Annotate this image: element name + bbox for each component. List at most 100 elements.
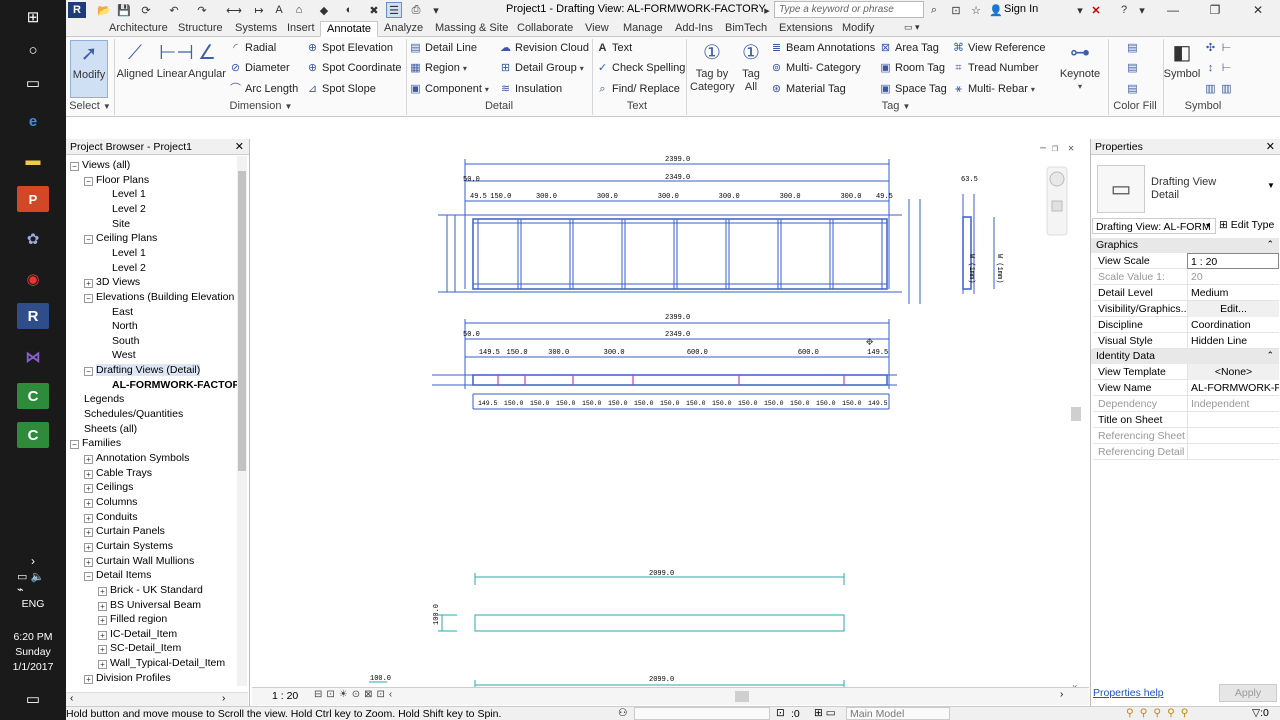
tree-item[interactable]: West xyxy=(98,348,136,363)
measure-icon[interactable]: ⟷ xyxy=(226,2,242,18)
collapse-icon[interactable]: − xyxy=(84,572,93,582)
expand-icon[interactable]: + xyxy=(84,455,93,464)
expand-icon[interactable]: + xyxy=(98,616,107,626)
tab-modify[interactable]: Modify xyxy=(836,21,880,37)
maximize-button[interactable]: ❐ xyxy=(1193,0,1237,20)
modify-button[interactable]: ➚ Modify xyxy=(70,40,108,98)
close-icon[interactable]: ✕ xyxy=(1266,140,1275,153)
expand-icon[interactable]: + xyxy=(84,528,93,538)
navigation-bar[interactable] xyxy=(1046,166,1068,236)
canvas-vscroll-thumb[interactable] xyxy=(1071,407,1081,421)
expand-icon[interactable]: + xyxy=(98,601,107,611)
tab-manage[interactable]: Manage xyxy=(617,21,669,37)
tab-extensions[interactable]: Extensions xyxy=(773,21,839,37)
color-fill-legend-button[interactable]: ▤ xyxy=(1126,40,1139,56)
tree-item[interactable]: + Curtain Wall Mullions xyxy=(84,554,194,569)
tree-item[interactable]: Site xyxy=(98,217,130,232)
fine-line-icon[interactable]: ◐ xyxy=(341,2,357,18)
revision-cloud-button[interactable]: ☁ Revision Cloud xyxy=(499,40,589,56)
minimize-button[interactable]: — xyxy=(1153,0,1193,20)
tree-item[interactable]: + Brick - UK Standard xyxy=(98,583,203,598)
tag-by-category-button[interactable]: ① Tag by Category xyxy=(690,40,735,94)
edge-icon[interactable]: e xyxy=(17,108,49,134)
horizontal-scrollbar[interactable]: ‹ › xyxy=(66,692,248,706)
expand-icon[interactable]: + xyxy=(84,469,93,479)
area-reinforcement-button[interactable]: ↕ ⊢ xyxy=(1204,60,1233,76)
property-value[interactable]: Coordination xyxy=(1187,317,1279,333)
expand-icon[interactable]: + xyxy=(98,586,107,596)
property-value[interactable]: <None> xyxy=(1187,364,1279,380)
cortana-icon[interactable]: ○ xyxy=(17,37,49,63)
text-button[interactable]: A Text xyxy=(596,40,633,56)
help-icon[interactable]: ? xyxy=(1116,2,1132,18)
switch-windows-icon[interactable]: ☰ xyxy=(386,2,402,18)
tree-item[interactable]: − Elevations (Building Elevation xyxy=(84,290,234,305)
tree-item[interactable]: Level 1 xyxy=(98,187,146,202)
property-value[interactable] xyxy=(1187,412,1279,428)
expand-icon[interactable]: + xyxy=(98,645,107,655)
tree-item[interactable]: Level 2 xyxy=(98,261,146,276)
tree-item[interactable]: Level 2 xyxy=(98,202,146,217)
collapse-icon[interactable]: − xyxy=(84,293,93,303)
view-reference-button[interactable]: ⌘ View Reference xyxy=(952,40,1045,56)
tree-item[interactable]: + Annotation Symbols xyxy=(84,451,189,466)
symbol-button[interactable]: ◧ Symbol xyxy=(1162,40,1202,80)
visual-studio-icon[interactable]: ⋈ xyxy=(17,344,49,370)
tab-structure[interactable]: Structure xyxy=(172,21,229,37)
tree-item[interactable]: + Curtain Systems xyxy=(84,539,173,554)
room-tag-button[interactable]: ▣ Room Tag xyxy=(879,60,945,76)
find-replace-button[interactable]: ⌕ Find/ Replace xyxy=(596,81,679,97)
task-view-icon[interactable]: ▭ xyxy=(17,70,49,96)
expand-icon[interactable]: ▸ xyxy=(759,2,775,18)
edit-type-button[interactable]: ⊞ Edit Type xyxy=(1219,219,1274,231)
sign-in-link[interactable]: Sign In xyxy=(1004,3,1038,15)
powerpoint-icon[interactable]: P xyxy=(17,186,49,212)
collapse-icon[interactable]: − xyxy=(84,176,93,186)
notification-icon[interactable]: ▭ xyxy=(17,686,49,712)
scrollbar-thumb[interactable] xyxy=(238,171,246,471)
tree-item[interactable]: − Views (all) xyxy=(70,158,130,173)
design-options-icon[interactable]: ⊞ ▭ xyxy=(814,707,836,719)
input-language[interactable]: ENG xyxy=(0,597,66,612)
material-tag-button[interactable]: ⊛ Material Tag xyxy=(770,81,846,97)
collapse-icon[interactable]: − xyxy=(70,440,79,450)
pipe-legend-button[interactable]: ▤ xyxy=(1126,81,1139,97)
property-group-header[interactable]: Graphics ⌃ xyxy=(1091,238,1279,253)
tab-systems[interactable]: Systems xyxy=(229,21,283,37)
check-spelling-button[interactable]: ✓ Check Spelling xyxy=(596,60,685,76)
property-value[interactable]: AL-FORMWORK-F... xyxy=(1187,380,1279,396)
canvas-hscroll-thumb[interactable] xyxy=(735,691,749,702)
tree-item[interactable]: + Columns xyxy=(84,495,137,510)
system-tray-icons[interactable]: ▭ 🔈 ⌁ xyxy=(17,570,49,596)
property-group-header[interactable]: Identity Data ⌃ xyxy=(1091,349,1279,364)
sync-icon[interactable]: ⟳ xyxy=(138,2,154,18)
tree-item[interactable]: + IC-Detail_Item xyxy=(98,627,177,642)
section-icon[interactable]: ◆ xyxy=(316,2,332,18)
editability-icon[interactable]: ⊡ xyxy=(776,707,785,719)
tree-item[interactable]: − Families xyxy=(70,436,121,451)
help-dropdown-icon[interactable]: ▾ xyxy=(1134,2,1150,18)
tree-item[interactable]: South xyxy=(98,334,139,349)
tab-architecture[interactable]: Architecture xyxy=(103,21,174,37)
undo-icon[interactable]: ↶ xyxy=(166,2,182,18)
expand-icon[interactable]: + xyxy=(84,542,93,552)
span-direction-button[interactable]: ✣ ⊢ xyxy=(1204,40,1233,56)
view-window-controls[interactable]: ─ ❐ ✕ xyxy=(1039,144,1074,155)
expand-icon[interactable]: + xyxy=(84,279,93,289)
favorites-icon[interactable]: ☆ xyxy=(968,2,984,18)
property-value[interactable]: 1 : 20 xyxy=(1187,253,1279,269)
selection-toggle-icons[interactable]: ⚲⚲⚲⚲⚲ xyxy=(1126,707,1194,719)
camtasia-icon[interactable]: C xyxy=(17,383,49,409)
expand-icon[interactable]: + xyxy=(84,557,93,567)
tag-panel-label[interactable]: Tag ▼ xyxy=(686,100,1106,112)
revit-icon[interactable]: R xyxy=(17,303,49,329)
tab-insert[interactable]: Insert xyxy=(281,21,321,37)
tree-item[interactable]: Level 1 xyxy=(98,246,146,261)
tree-item[interactable]: Legends xyxy=(70,392,124,407)
file-explorer-icon[interactable]: ▬ xyxy=(17,147,49,173)
select-panel-label[interactable]: Select ▼ xyxy=(68,100,112,112)
tree-item[interactable]: − Drafting Views (Detail) xyxy=(84,363,201,378)
spot-coordinate-button[interactable]: ⊕ Spot Coordinate xyxy=(306,60,402,76)
windows-start-icon[interactable]: ⊞ xyxy=(17,4,49,30)
tree-item[interactable]: + Curtain Panels xyxy=(84,524,165,539)
